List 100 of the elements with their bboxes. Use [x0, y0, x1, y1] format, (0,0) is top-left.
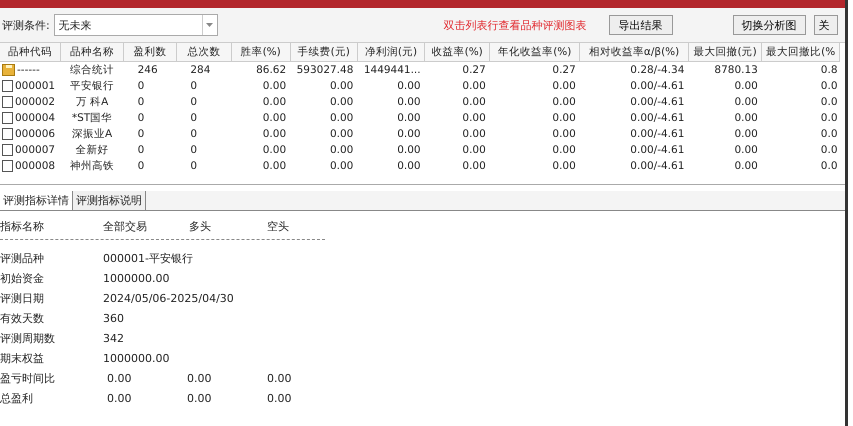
table-cell: 0.00	[734, 80, 758, 92]
metric-value: 0.00	[106, 392, 132, 404]
column-header: 多头	[189, 218, 212, 234]
table-cell: 0.00	[262, 160, 286, 172]
metric-value: 0.00	[106, 372, 132, 384]
table-cell: 0.0	[820, 96, 838, 108]
toolbar-button[interactable]: 导出结果	[608, 15, 673, 35]
table-cell: 0	[138, 96, 144, 108]
metric-label: 评测品种	[0, 250, 45, 266]
table-cell: 全新好	[76, 144, 109, 156]
table-cell: 0.00	[462, 160, 486, 172]
table-cell: 0.0	[820, 144, 838, 156]
table-cell: 8780.13	[714, 64, 758, 76]
table-cell: 0	[190, 160, 198, 172]
table-cell: 0.0	[820, 128, 838, 140]
table-cell: 0.00	[330, 160, 354, 172]
metric-value: 000001-平安银行	[103, 250, 194, 266]
table-cell: 0.00	[734, 128, 758, 140]
table-cell: 0	[138, 80, 144, 92]
table-cell: 0	[190, 80, 198, 92]
table-cell: 0.00/-4.61	[630, 160, 684, 172]
table-cell: 0.00	[330, 128, 354, 140]
table-cell: 0.00/-4.61	[630, 80, 684, 92]
table-cell: 0.0	[820, 160, 838, 172]
table-cell: 0.00	[262, 112, 286, 124]
table-cell: 0	[190, 112, 198, 124]
folder-icon	[2, 64, 15, 76]
column-header[interactable]: 盈利数	[124, 43, 176, 62]
table-cell: 000001	[15, 80, 56, 92]
table-cell: 0.00	[552, 80, 576, 92]
column-header[interactable]: 总次数	[176, 43, 232, 62]
column-header[interactable]: 相对收益率α/β(%)	[580, 43, 688, 62]
column-header[interactable]: 年化收益率(%)	[490, 43, 580, 62]
toolbar-button[interactable]: 切换分析图	[732, 15, 806, 35]
column-header: 空头	[267, 218, 289, 234]
table-cell: 0.00	[330, 96, 354, 108]
table-cell: 0.00	[262, 80, 286, 92]
table-cell: 0	[138, 112, 144, 124]
table-cell: 0.00	[734, 112, 758, 124]
metric-label: 有效天数	[0, 310, 45, 326]
caret-icon	[206, 23, 214, 27]
table-cell: 246	[138, 64, 158, 76]
metric-value: 0.00	[267, 372, 292, 384]
table-cell: 0.00	[262, 128, 286, 140]
table-cell: 1449441...	[364, 64, 421, 76]
metric-value: 0.00	[187, 392, 212, 404]
table-cell: 0.00	[552, 96, 576, 108]
table-cell: 0.27	[462, 64, 486, 76]
table-cell: 000008	[15, 160, 56, 172]
metric-label: 总盈利	[0, 390, 34, 406]
hint-text: 双击列表行查看品种评测图表	[444, 18, 587, 32]
table-cell: 深振业A	[72, 128, 112, 140]
table-cell: 万 科A	[76, 96, 108, 108]
metric-label: 初始资金	[0, 270, 45, 286]
tab[interactable]: 评测指标说明	[73, 191, 146, 210]
condition-dropdown[interactable]: 无未来	[54, 14, 218, 36]
metric-value: 1000000.00	[103, 352, 170, 364]
column-header[interactable]: 胜率(%)	[231, 43, 290, 62]
table-cell: 284	[190, 64, 210, 76]
table-cell: 0.00	[552, 112, 576, 124]
tab[interactable]: 评测指标详情	[0, 191, 73, 210]
metric-value: 1000000.00	[103, 272, 170, 284]
table-cell: 0.00	[262, 144, 286, 156]
metric-value: 0.00	[187, 372, 212, 384]
table-cell: 0.00	[330, 80, 354, 92]
table-cell: 0.27	[552, 64, 576, 76]
table-cell: 593027.48	[296, 64, 354, 76]
condition-label: 评测条件:	[2, 18, 50, 32]
table-cell: 000006	[15, 128, 56, 140]
table-cell: 0.00	[397, 144, 421, 156]
column-header[interactable]: 手续费(元)	[290, 43, 358, 62]
table-cell: 0.00/-4.61	[630, 96, 684, 108]
column-header: 全部交易	[103, 218, 148, 234]
toolbar-button[interactable]: 关	[814, 15, 838, 35]
table-cell: 0.00	[397, 96, 421, 108]
table-cell: 0.00/-4.61	[630, 128, 684, 140]
column-header[interactable]: 净利润(元)	[357, 43, 425, 62]
column-header[interactable]: 收益率(%)	[424, 43, 490, 62]
column-header[interactable]: 最大回撤比(%	[762, 43, 840, 62]
table-cell: 0.00	[462, 144, 486, 156]
column-header[interactable]: 品种名称	[60, 43, 124, 62]
table-cell: 0.8	[820, 64, 838, 76]
table-cell: 平安银行	[70, 80, 114, 92]
table-cell: 0.00	[734, 96, 758, 108]
table-cell: 0.00	[397, 80, 421, 92]
column-header[interactable]: 最大回撤(元)	[688, 43, 762, 62]
metric-label: 评测周期数	[0, 330, 56, 346]
table-cell: 000002	[15, 96, 56, 108]
table-cell: 综合统计	[70, 64, 114, 76]
table-cell: 0.0	[820, 112, 838, 124]
metric-label: 期末权益	[0, 350, 45, 366]
table-cell: 0.00	[552, 128, 576, 140]
table-cell: 0.00	[397, 128, 421, 140]
table-cell: 0.00	[462, 112, 486, 124]
table-cell: 0.00	[462, 80, 486, 92]
table-cell: 0.28/-4.34	[630, 64, 684, 76]
table-cell: 0	[190, 128, 198, 140]
table-cell: ------	[17, 64, 40, 76]
column-header[interactable]: 品种代码	[0, 43, 61, 62]
table-cell: 0.00	[462, 96, 486, 108]
